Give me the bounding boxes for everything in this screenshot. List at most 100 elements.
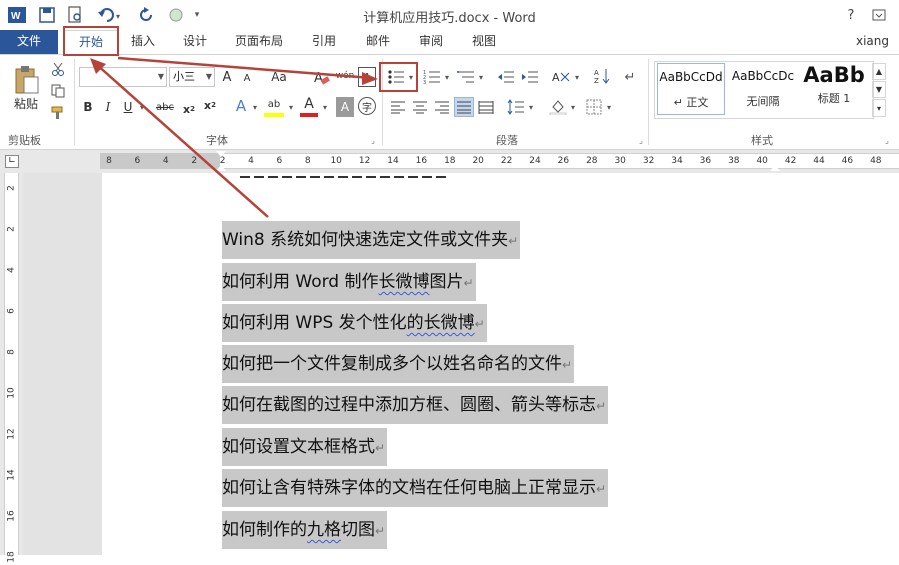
doc-line[interactable]: 如何设置文本框格式↵ [222,428,388,466]
tab-insert[interactable]: 插入 [124,30,162,54]
styles-more-icon[interactable]: ▾ [872,99,886,117]
highlight-box-bullets [379,62,418,92]
ruler-number: 26 [557,156,570,166]
shading-dropdown-icon[interactable]: ▾ [568,97,578,117]
doc-line[interactable]: 如何利用 WPS 发个性化的长微博↵ [222,304,487,342]
superscript-button[interactable]: x2 [202,95,218,115]
font-dialog-launcher-icon[interactable]: ⌟ [368,135,378,145]
styles-dialog-launcher-icon[interactable]: ⌟ [882,135,892,145]
clear-format-icon[interactable]: A [312,67,332,87]
shrink-font-button[interactable]: A [240,69,254,87]
borders-dropdown-icon[interactable]: ▾ [604,97,614,117]
numbering-icon[interactable]: 123 [422,67,442,87]
char-shading-button[interactable]: A [336,97,354,117]
line-spacing-dropdown-icon[interactable]: ▾ [526,97,536,117]
vruler-number: 14 [6,469,17,481]
strikethrough-button[interactable]: abc [154,97,176,117]
style-preview: AaBbCcDc [731,69,795,83]
phonetic-guide-button[interactable]: wén [334,65,356,87]
paste-icon [15,65,39,93]
highlight-dropdown-icon[interactable]: ▾ [286,97,296,117]
svg-text:3: 3 [423,80,426,85]
highlight-button[interactable]: ab [264,95,284,117]
grow-font-button[interactable]: A [219,67,235,87]
vertical-ruler[interactable]: 2 2 4 6 8 10 12 14 16 18 [0,173,23,563]
format-painter-icon[interactable] [50,105,66,121]
underline-dropdown-icon[interactable]: ▾ [137,97,147,117]
styles-scroll-down-icon[interactable]: ▼ [872,81,886,98]
text-effects-button[interactable]: A [232,95,250,117]
styles-scroll-up-icon[interactable]: ▲ [872,63,886,80]
paragraph-dialog-launcher-icon[interactable]: ⌟ [636,135,646,145]
char-border-button[interactable]: A [358,67,376,87]
copy-icon[interactable] [50,83,66,99]
vruler-number: 4 [6,267,17,273]
text-effects-dropdown-icon[interactable]: ▾ [250,97,260,117]
shading-icon[interactable] [548,97,568,117]
tab-file[interactable]: 文件 [0,30,58,54]
decrease-indent-icon[interactable] [496,67,516,87]
show-marks-icon[interactable]: ↵ [622,67,638,87]
ruler-number: 18 [444,156,456,166]
paste-label: 粘贴 [13,96,38,111]
multilevel-list-icon[interactable] [456,67,476,87]
doc-line[interactable]: 如何制作的九格切图↵ [222,511,388,549]
numbering-dropdown-icon[interactable]: ▾ [442,67,452,87]
ribbon-home: 粘贴 剪贴板 ▼ 小三 ▼ A A Aa A wén A B I U ▾ abc … [0,54,899,150]
justify-icon[interactable] [454,97,474,117]
font-size-combo[interactable]: 小三 ▼ [169,67,215,87]
help-button[interactable]: ? [842,5,860,25]
divider [74,59,75,145]
align-left-icon[interactable] [388,97,408,117]
italic-button[interactable]: I [100,97,116,117]
line-spacing-icon[interactable] [506,97,526,117]
font-name-combo[interactable]: ▼ [79,67,167,87]
borders-icon[interactable] [584,97,604,117]
tab-layout[interactable]: 页面布局 [230,30,288,54]
increase-indent-icon[interactable] [520,67,540,87]
horizontal-ruler[interactable]: ∟ 8 6 4 2 2 4 6 8 10 12 14 16 18 20 22 24 26 28 30 32 34 36 38… [0,150,899,173]
tab-mailings[interactable]: 邮件 [359,30,397,54]
subscript-button[interactable]: x2 [181,99,197,119]
doc-line[interactable]: 如何在截图的过程中添加方框、圆圈、箭头等标志↵ [222,386,609,424]
style-heading-1[interactable]: AaBb 标题 1 [801,63,867,115]
svg-text:Z: Z [594,77,599,85]
first-line-indent-marker[interactable] [216,151,226,157]
chinese-layout-dropdown-icon[interactable]: ▾ [572,67,582,87]
ruler-number: 40 [756,156,768,166]
align-center-icon[interactable] [410,97,430,117]
ribbon-display-icon[interactable] [870,5,888,25]
hanging-indent-marker[interactable] [216,165,226,171]
underline-button[interactable]: U [120,97,136,117]
style-name: 无间隔 [746,95,780,108]
paste-button[interactable]: 粘贴 [6,61,46,115]
cut-icon[interactable] [50,61,66,77]
tab-design[interactable]: 设计 [176,30,214,54]
tab-view[interactable]: 视图 [465,30,503,54]
style-no-spacing[interactable]: AaBbCcDc 无间隔 [729,63,797,115]
tab-references[interactable]: 引用 [305,30,343,54]
ruler-number: 6 [134,156,141,166]
tab-review[interactable]: 审阅 [412,30,450,54]
chinese-layout-icon[interactable]: A [550,67,572,87]
right-indent-marker[interactable] [770,165,780,171]
distributed-icon[interactable] [476,97,496,117]
multilevel-dropdown-icon[interactable]: ▾ [476,67,486,87]
user-name[interactable]: xiang [856,30,898,54]
doc-line[interactable]: Win8 系统如何快速选定文件或文件夹↵ [222,221,521,259]
doc-line[interactable]: 如何利用 Word 制作长微博图片↵ [222,263,476,301]
style-normal[interactable]: AaBbCcDd ↵ 正文 [657,63,725,115]
sort-icon[interactable]: AZ [592,65,612,87]
doc-line[interactable]: 如何把一个文件复制成多个以姓名命名的文件↵ [222,345,575,383]
font-color-button[interactable]: A [300,95,318,117]
style-preview: AaBb [803,63,865,87]
bold-button[interactable]: B [80,97,96,117]
doc-line[interactable]: 如何让含有特殊字体的文档在任何电脑上正常显示↵ [222,469,609,507]
tab-selector-icon[interactable]: ∟ [5,155,19,168]
font-color-dropdown-icon[interactable]: ▾ [320,97,330,117]
enclose-char-button[interactable]: 字 [358,97,376,115]
align-right-icon[interactable] [432,97,452,117]
change-case-button[interactable]: Aa [268,67,290,87]
ruler-number: 32 [642,156,655,166]
ruler-number: 38 [728,156,740,166]
